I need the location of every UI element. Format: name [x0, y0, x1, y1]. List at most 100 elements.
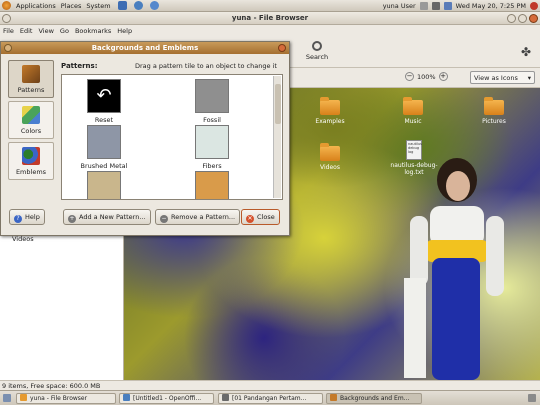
tile-swatch [87, 125, 121, 159]
zoom-level[interactable]: 100% [417, 73, 436, 81]
search-button[interactable]: Search [300, 40, 334, 66]
menu-bookmarks[interactable]: Bookmarks [75, 27, 111, 35]
emblems-icon [22, 147, 40, 165]
task-label: Backgrounds and Em... [340, 395, 410, 402]
menu-view[interactable]: View [38, 27, 53, 35]
shutdown-icon[interactable] [530, 2, 538, 10]
patterns-icon [22, 65, 40, 83]
pattern-tile-reset[interactable]: ↶ Reset [78, 79, 130, 124]
network-icon[interactable] [419, 2, 428, 10]
task-label: [01 Pandangan Pertam... [232, 395, 307, 402]
folder-label: Pictures [482, 118, 506, 125]
pattern-tile[interactable] [186, 171, 238, 199]
volume-icon[interactable] [431, 2, 440, 10]
folder-icon [484, 97, 504, 115]
zoom-control: − 100% + [405, 72, 448, 81]
zoom-in-icon[interactable]: + [438, 72, 448, 81]
menu-go[interactable]: Go [60, 27, 69, 35]
help-label: Help [25, 213, 40, 221]
applications-menu[interactable]: Applications [16, 2, 56, 10]
menu-help[interactable]: Help [117, 27, 132, 35]
add-label: Add a New Pattern... [79, 213, 146, 221]
category-colors[interactable]: Colors [8, 101, 54, 139]
pattern-tile-fibers[interactable]: Fibers [186, 125, 238, 170]
folder-icon [320, 143, 340, 161]
tile-label: Fossil [203, 116, 221, 124]
tile-label: Reset [94, 116, 114, 124]
view-mode-select[interactable]: View as Icons ▾ [470, 71, 535, 84]
dialog-titlebar[interactable]: Backgrounds and Emblems [1, 42, 289, 54]
folder-label: Videos [320, 164, 340, 171]
patterns-icon [330, 394, 337, 401]
pattern-tile-brushed-metal[interactable]: Brushed Metal [78, 125, 130, 170]
category-patterns[interactable]: Patterns [8, 60, 54, 98]
window-titlebar[interactable]: yuna - File Browser [0, 12, 540, 25]
trash-icon[interactable] [528, 394, 536, 402]
show-desktop-icon[interactable] [3, 394, 11, 402]
tile-swatch [195, 79, 229, 113]
help-launcher-icon[interactable] [149, 1, 159, 10]
menu-edit[interactable]: Edit [20, 27, 33, 35]
folder-music[interactable]: Music [389, 97, 437, 125]
tile-swatch [195, 171, 229, 199]
remove-pattern-button[interactable]: − Remove a Pattern... [155, 209, 241, 225]
dialog-menu-icon[interactable] [4, 44, 12, 52]
mail-launcher-icon[interactable] [133, 1, 143, 10]
close-icon[interactable] [529, 14, 538, 23]
sidebar-item-videos[interactable]: Videos [12, 235, 34, 243]
mail-icon[interactable] [443, 2, 452, 10]
gnome-foot-icon: ✤ [521, 45, 532, 59]
taskbar-item-file-browser[interactable]: yuna - File Browser [16, 393, 116, 404]
close-button[interactable]: ✕ Close [241, 209, 280, 225]
document-icon [123, 394, 130, 401]
category-label: Emblems [15, 168, 47, 176]
dialog-close-icon[interactable] [278, 44, 286, 52]
maximize-icon[interactable] [518, 14, 527, 23]
help-icon: ? [14, 215, 22, 223]
pattern-tile-fossil[interactable]: Fossil [186, 79, 238, 124]
help-button[interactable]: ? Help [9, 209, 45, 225]
window-title: yuna - File Browser [231, 14, 309, 22]
pattern-scrollbar[interactable] [273, 76, 281, 198]
reset-arrow-icon: ↶ [87, 79, 121, 113]
taskbar-item-pandangan[interactable]: [01 Pandangan Pertam... [218, 393, 323, 404]
drag-hint: Drag a pattern tile to an object to chan… [135, 62, 277, 70]
colors-icon [22, 106, 40, 124]
system-menu[interactable]: System [86, 2, 110, 10]
close-label: Close [257, 213, 275, 221]
window-icon [222, 394, 229, 401]
top-panel: Applications Places System yuna User Wed… [0, 0, 540, 12]
pattern-grid: ↶ Reset Fossil Brushed Metal Fibers [61, 74, 283, 200]
category-label: Colors [20, 127, 42, 135]
scrollbar-thumb[interactable] [275, 84, 281, 124]
taskbar-item-openoffice[interactable]: [Untitled1 - OpenOffi... [119, 393, 214, 404]
pattern-tile[interactable] [78, 171, 130, 199]
view-mode-value: View as Icons [474, 74, 518, 82]
folder-videos[interactable]: Videos [306, 143, 354, 171]
taskbar-item-backgrounds[interactable]: Backgrounds and Em... [326, 393, 422, 404]
folder-icon [403, 97, 423, 115]
category-list: Patterns Colors Emblems [8, 60, 58, 183]
add-pattern-button[interactable]: + Add a New Pattern... [63, 209, 151, 225]
search-label: Search [305, 53, 329, 61]
tile-label: Fibers [202, 162, 222, 170]
text-file-icon: nautilus debug log [406, 140, 422, 160]
zoom-out-icon[interactable]: − [405, 72, 414, 81]
places-menu[interactable]: Places [61, 2, 82, 10]
ubuntu-logo-icon[interactable] [2, 1, 11, 10]
folder-icon [320, 97, 340, 115]
clock[interactable]: Wed May 20, 7:25 PM [456, 2, 526, 10]
minimize-icon[interactable] [507, 14, 516, 23]
file-preview-text: nautilus debug log [408, 142, 422, 154]
folder-pictures[interactable]: Pictures [470, 97, 518, 125]
browser-launcher-icon[interactable] [117, 1, 127, 10]
tile-swatch [87, 171, 121, 199]
search-icon [312, 41, 322, 51]
status-text: 9 items, Free space: 600.0 MB [2, 382, 101, 390]
folder-examples[interactable]: Examples [306, 97, 354, 125]
category-emblems[interactable]: Emblems [8, 142, 54, 180]
user-name[interactable]: yuna User [383, 2, 416, 10]
menu-file[interactable]: File [3, 27, 14, 35]
bottom-panel: yuna - File Browser [Untitled1 - OpenOff… [0, 390, 540, 405]
menubar: File Edit View Go Bookmarks Help [0, 25, 540, 37]
